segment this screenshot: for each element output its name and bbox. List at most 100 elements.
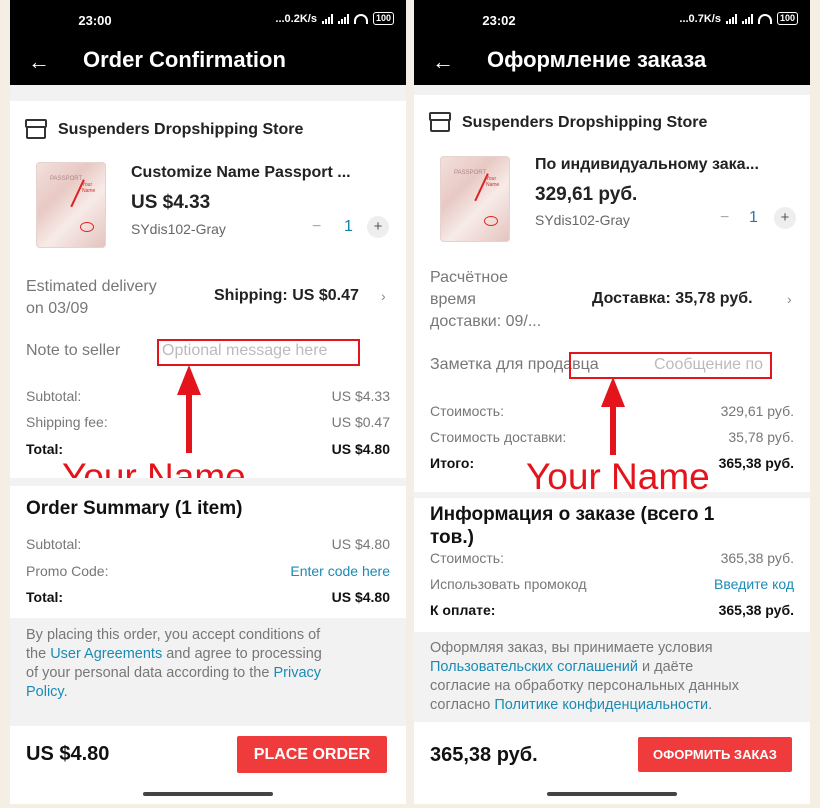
delivery-label-2: время (430, 291, 476, 308)
order-summary-title: Order Summary (1 item) (26, 498, 243, 519)
quantity-minus-button[interactable]: − (720, 209, 729, 227)
privacy-policy-link-2[interactable]: Policy (26, 684, 64, 700)
policy-fragment: of your personal data according to the (26, 665, 274, 681)
order-summary-title-2: тов.) (430, 527, 474, 548)
policy-text: Оформляя заказ, вы принимаете условия По… (430, 639, 739, 715)
signal-icon (725, 13, 737, 24)
shipping-fee-value: 35,78 руб. (728, 429, 794, 445)
battery-icon: 100 (372, 12, 394, 25)
total-label: Total: (26, 441, 64, 457)
note-label: Note to seller (26, 342, 121, 359)
product-price: US $4.33 (131, 192, 211, 213)
app-header: ← Order Confirmation (10, 38, 406, 85)
signal-icon-2 (337, 13, 349, 24)
delivery-date: on 03/09 (26, 300, 89, 317)
promo-code-label: Использовать промокод (430, 576, 587, 592)
privacy-policy-link[interactable]: Политике конфиденциальности (494, 697, 708, 713)
chevron-right-icon[interactable]: › (381, 288, 386, 304)
home-indicator[interactable] (547, 792, 677, 796)
promo-code-label: Promo Code: (26, 563, 109, 579)
user-agreements-link[interactable]: Пользовательских соглашений (430, 659, 638, 675)
annotation-box (569, 352, 772, 379)
store-name: Suspenders Dropshipping Store (58, 121, 304, 138)
divider (414, 85, 810, 95)
place-order-button[interactable]: ОФОРМИТЬ ЗАКАЗ (638, 737, 792, 772)
summary-subtotal-label: Subtotal: (26, 536, 82, 552)
wifi-icon (353, 13, 368, 24)
summary-total-label: К оплате: (430, 602, 496, 618)
quantity-plus-button[interactable]: + (774, 207, 796, 229)
signal-icon (321, 13, 333, 24)
summary-subtotal-value: US $4.80 (331, 536, 390, 552)
product-thumbnail[interactable]: PASSPORT Your Name (440, 156, 510, 242)
policy-fragment: и даёте (637, 659, 694, 675)
bottom-bar: US $4.80 PLACE ORDER (10, 726, 406, 804)
place-order-button[interactable]: PLACE ORDER (237, 736, 387, 773)
phone-screen-english: 23:00 ...0.2K/s 100 ← Order Confirmation… (10, 0, 406, 804)
total-value: US $4.80 (331, 441, 390, 457)
shipping-option[interactable]: Shipping: US $0.47 (214, 287, 359, 305)
policy-fragment: the (26, 646, 51, 662)
product-name[interactable]: По индивидуальному зака... (535, 156, 797, 174)
product-sku: SYdis102-Gray (131, 221, 226, 237)
chevron-right-icon[interactable]: › (787, 291, 792, 307)
status-bar: 23:02 ...0.7K/s 100 (414, 0, 810, 38)
policy-line: Оформляя заказ, вы принимаете условия (430, 640, 713, 656)
arrow-left-icon[interactable]: ← (28, 49, 50, 75)
status-bar: 23:00 ...0.2K/s 100 (10, 0, 406, 38)
policy-line: the User Agreements and agree to process… (26, 645, 322, 664)
summary-total-value: US $4.80 (331, 589, 390, 605)
privacy-policy-link[interactable]: Privacy (273, 665, 321, 681)
annotation-arrow-shaft (186, 391, 192, 453)
policy-line: By placing this order, you accept condit… (26, 627, 321, 643)
status-right: ...0.2K/s 100 (275, 12, 394, 25)
shipping-option[interactable]: Доставка: 35,78 руб. (592, 290, 753, 308)
arrow-left-icon[interactable]: ← (432, 49, 454, 75)
status-right: ...0.7K/s 100 (679, 12, 798, 25)
bottom-total: 365,38 руб. (430, 744, 538, 766)
subtotal-label: Subtotal: (26, 388, 82, 404)
product-thumbnail[interactable]: PASSPORT Your Name (36, 162, 106, 248)
subtotal-value: US $4.33 (331, 388, 390, 404)
enter-promo-code-link[interactable]: Enter code here (290, 563, 390, 579)
quantity-minus-button[interactable]: − (312, 218, 321, 236)
subtotal-label: Стоимость: (430, 403, 504, 419)
product-price: 329,61 руб. (535, 184, 638, 205)
shipping-fee-label: Стоимость доставки: (430, 429, 567, 445)
product-name[interactable]: Customize Name Passport ... (131, 164, 387, 182)
annotation-arrow-shaft (610, 403, 616, 455)
subtotal-value: 329,61 руб. (720, 403, 794, 419)
enter-promo-code-link[interactable]: Введите код (714, 576, 794, 592)
policy-area: By placing this order, you accept condit… (10, 618, 406, 726)
status-time: 23:02 (482, 13, 516, 28)
total-label: Итого: (430, 455, 475, 471)
policy-text: By placing this order, you accept condit… (26, 626, 322, 702)
delivery-date: доставки: 09/... (430, 313, 542, 330)
user-agreements-link[interactable]: User Agreements (50, 646, 162, 662)
policy-fragment: . (708, 697, 713, 713)
store-row[interactable]: Suspenders Dropshipping Store (429, 112, 708, 132)
store-icon (429, 112, 451, 132)
home-indicator[interactable] (143, 792, 273, 796)
store-row[interactable]: Suspenders Dropshipping Store (25, 119, 304, 139)
summary-total-value: 365,38 руб. (718, 602, 794, 618)
phone-screen-russian: 23:02 ...0.7K/s 100 ← Оформление заказа … (414, 0, 810, 804)
bottom-total: US $4.80 (26, 743, 110, 765)
order-summary-card: Order Summary (1 item) Subtotal: US $4.8… (10, 486, 406, 618)
policy-line: of your personal data according to the P… (26, 664, 322, 683)
annotation-box (157, 339, 360, 366)
shipping-fee-value: US $0.47 (331, 414, 390, 430)
policy-line: согласие на обработку персональных данны… (430, 678, 739, 694)
order-card: Suspenders Dropshipping Store PASSPORT Y… (414, 95, 810, 497)
policy-fragment: . (63, 684, 68, 700)
signal-icon-2 (741, 13, 753, 24)
policy-line: Policy. (26, 683, 322, 702)
delivery-label: Расчётное (430, 269, 509, 286)
store-name: Suspenders Dropshipping Store (462, 114, 708, 131)
product-sku: SYdis102-Gray (535, 212, 630, 228)
quantity-plus-button[interactable]: + (367, 216, 389, 238)
total-value: 365,38 руб. (718, 455, 794, 471)
policy-line: Пользовательских соглашений и даёте (430, 658, 739, 677)
shipping-fee-label: Shipping fee: (26, 414, 108, 430)
battery-icon: 100 (776, 12, 798, 25)
